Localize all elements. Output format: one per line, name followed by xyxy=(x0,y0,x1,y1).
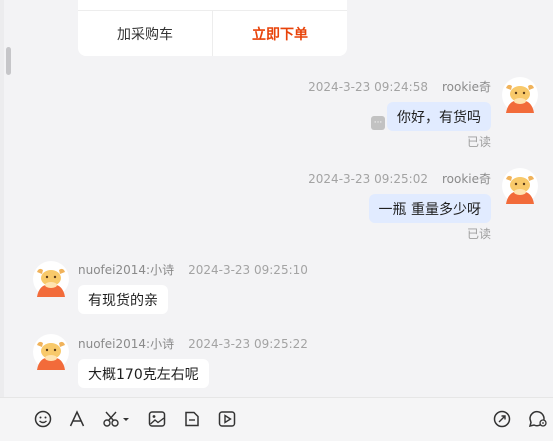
emoji-icon[interactable] xyxy=(33,408,53,430)
chat-scrollbar-thumb[interactable] xyxy=(6,47,11,75)
message-meta: 2024-3-23 09:25:02 rookie奇 xyxy=(308,170,491,187)
message-sender: rookie奇 xyxy=(441,80,491,94)
user-avatar-icon[interactable] xyxy=(502,77,538,113)
message-meta: nuofei2014:小诗 2024-3-23 09:25:10 xyxy=(78,261,308,278)
product-card: 加采购车 立即下单 xyxy=(78,0,347,56)
chat-message-area: 加采购车 立即下单 2024-3-23 09:24:58 rookie奇 ··· … xyxy=(0,0,553,397)
seller-avatar-icon[interactable] xyxy=(33,261,69,297)
read-status: 已读 xyxy=(466,227,491,241)
message-time: 2024-3-23 09:25:02 xyxy=(308,172,428,186)
message-bubble: 有现货的亲 xyxy=(78,285,168,314)
window-edge xyxy=(0,0,4,441)
message-bubble: 你好，有货吗 xyxy=(387,102,491,131)
message-meta: nuofei2014:小诗 2024-3-23 09:25:22 xyxy=(78,335,308,352)
message-bubble: 一瓶 重量多少呀 xyxy=(368,194,491,223)
seller-avatar-icon[interactable] xyxy=(33,334,69,370)
file-icon[interactable] xyxy=(182,408,202,430)
font-icon[interactable] xyxy=(67,408,87,430)
message-sender: rookie奇 xyxy=(441,172,491,186)
user-avatar-icon[interactable] xyxy=(502,168,538,204)
add-to-cart-button[interactable]: 加采购车 xyxy=(78,11,212,56)
more-options-icon[interactable]: ··· xyxy=(371,116,385,130)
message-sender: nuofei2014:小诗 xyxy=(78,337,175,351)
order-now-button[interactable]: 立即下单 xyxy=(213,11,347,56)
message-time: 2024-3-23 09:25:22 xyxy=(188,337,308,351)
message-time: 2024-3-23 09:24:58 xyxy=(308,80,428,94)
message-bubble: 大概170克左右呢 xyxy=(78,359,209,388)
read-status: 已读 xyxy=(466,135,491,149)
image-icon[interactable] xyxy=(147,408,167,430)
message-sender: nuofei2014:小诗 xyxy=(78,263,175,277)
video-icon[interactable] xyxy=(217,408,237,430)
quick-reply-icon[interactable] xyxy=(492,408,512,430)
scissors-icon[interactable] xyxy=(101,408,131,430)
chat-settings-icon[interactable] xyxy=(527,408,549,430)
input-toolbar xyxy=(0,397,553,441)
message-meta: 2024-3-23 09:24:58 rookie奇 xyxy=(308,78,491,95)
message-time: 2024-3-23 09:25:10 xyxy=(188,263,308,277)
